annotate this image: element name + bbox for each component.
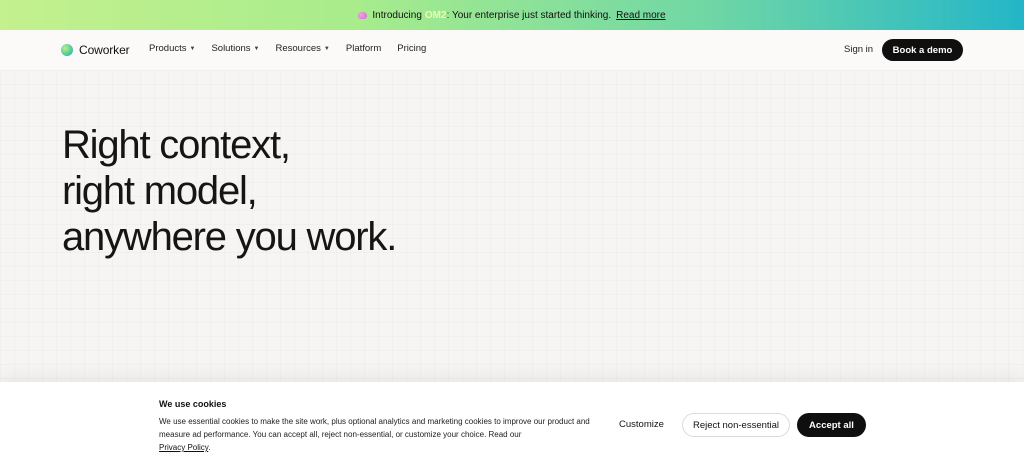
privacy-policy-link[interactable]: Privacy Policy (159, 443, 208, 452)
brand-name: Coworker (79, 43, 130, 57)
nav-item-label: Pricing (397, 43, 427, 54)
nav-item-products[interactable]: Products ▼ (149, 43, 195, 54)
chevron-down-icon: ▼ (323, 45, 330, 52)
book-demo-button[interactable]: Book a demo (882, 39, 963, 61)
hero-line: right model, (62, 169, 258, 213)
banner-prefix: Introducing (372, 9, 422, 21)
cookie-body-suffix: . (208, 443, 211, 452)
nav-item-resources[interactable]: Resources ▼ (276, 43, 330, 54)
banner-highlight: OM2 (424, 9, 447, 21)
cookie-description: We use essential cookies to make the sit… (159, 415, 599, 454)
cookie-banner: We use cookies We use essential cookies … (0, 382, 1024, 468)
hero-headline: Right context, right model, anywhere you… (62, 122, 397, 260)
cookie-title: We use cookies (159, 399, 227, 409)
brain-icon (358, 11, 368, 19)
nav-item-label: Solutions (211, 43, 251, 54)
nav-item-label: Platform (345, 43, 382, 54)
reject-non-essential-button[interactable]: Reject non-essential (682, 413, 790, 437)
hero-line: Right context, (62, 123, 291, 167)
announcement-banner: Introducing OM2 : Your enterprise just s… (0, 0, 1024, 30)
chevron-down-icon: ▼ (253, 45, 260, 52)
main-menu: Products ▼ Solutions ▼ Resources ▼ Platf… (149, 43, 442, 54)
read-more-link[interactable]: Read more (616, 10, 665, 21)
logo-mark-icon (61, 44, 73, 56)
accept-all-button[interactable]: Accept all (797, 413, 866, 437)
nav-item-label: Products (149, 43, 187, 54)
logo[interactable]: Coworker (61, 43, 130, 57)
nav-item-pricing[interactable]: Pricing (397, 43, 426, 54)
cookie-body-text: We use essential cookies to make the sit… (159, 417, 590, 439)
customize-button[interactable]: Customize (619, 419, 664, 430)
banner-message: : Your enterprise just started thinking. (446, 9, 612, 21)
sign-in-link[interactable]: Sign in (844, 44, 873, 55)
nav-item-solutions[interactable]: Solutions ▼ (211, 43, 259, 54)
nav-item-platform[interactable]: Platform (346, 43, 381, 54)
nav-item-label: Resources (275, 43, 321, 54)
chevron-down-icon: ▼ (189, 45, 196, 52)
hero-line: anywhere you work. (62, 215, 397, 259)
header-nav: Coworker Products ▼ Solutions ▼ Resource… (0, 30, 1024, 70)
hero-section: Right context, right model, anywhere you… (0, 70, 1024, 382)
